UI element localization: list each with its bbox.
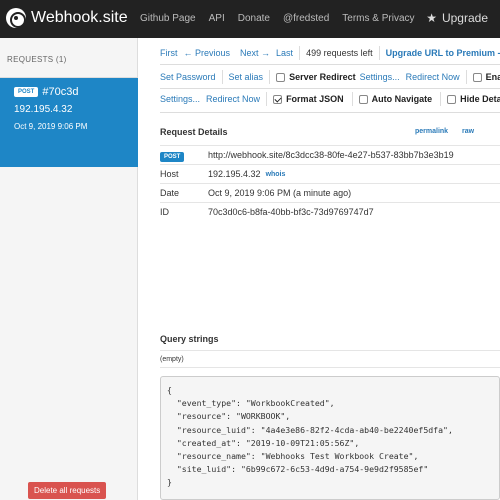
upgrade-label: Upgrade bbox=[441, 11, 488, 25]
redirect-now-link-2[interactable]: Redirect Now bbox=[206, 94, 260, 104]
brand-name: Webhook.site bbox=[31, 9, 128, 26]
body-line: "resource_name": "Webhooks Test Workbook… bbox=[167, 451, 419, 462]
request-ip: 192.195.4.32 bbox=[14, 104, 73, 115]
divider bbox=[465, 70, 467, 84]
query-strings-table: (empty) bbox=[160, 350, 500, 368]
first-page-link[interactable]: First bbox=[160, 48, 178, 58]
host-value: 192.195.4.32 bbox=[208, 169, 261, 179]
detail-row-url: POST http://webhook.site/8c3dcc38-80fe-4… bbox=[160, 145, 500, 164]
divider bbox=[299, 46, 301, 60]
detail-method-badge: POST bbox=[160, 152, 185, 162]
set-alias-link[interactable]: Set alias bbox=[229, 72, 264, 82]
query-strings-empty: (empty) bbox=[160, 355, 184, 363]
enable-checkbox[interactable] bbox=[472, 72, 482, 82]
star-icon: ★ bbox=[426, 11, 437, 25]
request-id: #70c3d bbox=[42, 86, 79, 98]
request-details-table: POST http://webhook.site/8c3dcc38-80fe-4… bbox=[160, 145, 500, 221]
divider bbox=[160, 112, 500, 113]
delete-all-requests-button[interactable]: Delete all requests bbox=[28, 482, 107, 499]
previous-page-link[interactable]: ← Previous bbox=[184, 48, 231, 58]
nav-links: Github Page API Donate @fredsted Terms &… bbox=[140, 13, 415, 24]
body-line: "created_at": "2019-10-09T21:05:56Z", bbox=[167, 437, 360, 448]
hide-details-label: Hide Details bbox=[460, 94, 500, 104]
host-label: Host bbox=[160, 169, 179, 179]
request-list-item[interactable]: POST #70c3d 192.195.4.32 Oct 9, 2019 9:0… bbox=[0, 78, 138, 167]
detail-row-id: ID 70c3d0c6-b8fa-40bb-bf3c-73d9769747d7 bbox=[160, 202, 500, 221]
format-json-checkbox[interactable] bbox=[273, 94, 283, 104]
pagination-row: First ← Previous Next → Last 499 request… bbox=[160, 46, 500, 60]
detail-row-host: Host 192.195.4.32 whois bbox=[160, 164, 500, 183]
settings-row: Set Password Set alias Server Redirect S… bbox=[160, 70, 500, 84]
options-row: Settings... Redirect Now Format JSON Aut… bbox=[160, 92, 500, 106]
nav-link-twitter[interactable]: @fredsted bbox=[283, 13, 329, 24]
auto-navigate-checkbox[interactable] bbox=[358, 94, 368, 104]
auto-navigate-label: Auto Navigate bbox=[371, 94, 433, 104]
upgrade-button[interactable]: ★ Upgrade bbox=[426, 11, 488, 25]
body-line: } bbox=[167, 477, 172, 488]
divider bbox=[221, 70, 223, 84]
id-label: ID bbox=[160, 207, 169, 217]
nav-link-github[interactable]: Github Page bbox=[140, 13, 196, 24]
body-line: "event_type": "WorkbookCreated", bbox=[167, 398, 335, 409]
upgrade-url-link[interactable]: Upgrade URL to Premium - I bbox=[386, 48, 500, 58]
nav-link-api[interactable]: API bbox=[209, 13, 225, 24]
requests-heading: REQUESTS (1) bbox=[0, 38, 137, 78]
divider bbox=[266, 92, 268, 106]
server-redirect-checkbox[interactable] bbox=[276, 72, 286, 82]
body-line: "resource_luid": "4a4e3e86-82f2-4cda-ab4… bbox=[167, 424, 453, 435]
divider bbox=[378, 46, 380, 60]
next-page-link[interactable]: Next → bbox=[240, 48, 270, 58]
method-badge: POST bbox=[14, 87, 39, 97]
detail-row-date: Date Oct 9, 2019 9:06 PM (a minute ago) bbox=[160, 183, 500, 202]
top-navbar: Webhook.site Github Page API Donate @fre… bbox=[0, 0, 500, 38]
webhook-logo-icon bbox=[6, 8, 26, 28]
id-value: 70c3d0c6-b8fa-40bb-bf3c-73d9769747d7 bbox=[208, 207, 374, 217]
request-url-link[interactable]: http://webhook.site/8c3dcc38-80fe-4e27-b… bbox=[208, 150, 454, 160]
enable-label: Ena bbox=[485, 72, 500, 82]
server-redirect-label: Server Redirect bbox=[289, 72, 356, 82]
brand[interactable]: Webhook.site bbox=[6, 8, 128, 28]
main-content: First ← Previous Next → Last 499 request… bbox=[140, 38, 500, 500]
divider bbox=[269, 70, 271, 84]
set-password-link[interactable]: Set Password bbox=[160, 72, 216, 82]
divider bbox=[160, 64, 500, 65]
date-value: Oct 9, 2019 9:06 PM (a minute ago) bbox=[208, 188, 352, 198]
body-line: { bbox=[167, 385, 172, 395]
request-details-title: Request Details bbox=[160, 127, 228, 137]
last-page-link[interactable]: Last bbox=[276, 48, 293, 58]
server-redirect-settings-link[interactable]: Settings... bbox=[360, 72, 400, 82]
requests-left: 499 requests left bbox=[306, 48, 373, 58]
date-label: Date bbox=[160, 188, 180, 198]
raw-link[interactable]: raw bbox=[462, 128, 474, 135]
whois-link[interactable]: whois bbox=[266, 171, 286, 178]
nav-link-donate[interactable]: Donate bbox=[238, 13, 270, 24]
body-line: "resource": "WORKBOOK", bbox=[167, 411, 291, 422]
sidebar: REQUESTS (1) POST #70c3d 192.195.4.32 Oc… bbox=[0, 38, 138, 500]
redirect-now-link[interactable]: Redirect Now bbox=[406, 72, 460, 82]
query-strings-title: Query strings bbox=[160, 334, 219, 344]
divider bbox=[440, 92, 442, 106]
divider bbox=[160, 88, 500, 89]
format-json-label: Format JSON bbox=[286, 94, 344, 104]
body-line: "site_luid": "6b99c672-6c53-4d9d-a754-9e… bbox=[167, 464, 429, 475]
permalink-link[interactable]: permalink bbox=[415, 128, 448, 135]
settings-link[interactable]: Settings... bbox=[160, 94, 200, 104]
divider bbox=[351, 92, 353, 106]
request-date: Oct 9, 2019 9:06 PM bbox=[14, 122, 88, 131]
request-body-code: { "event_type": "WorkbookCreated", "reso… bbox=[160, 376, 500, 500]
nav-link-terms[interactable]: Terms & Privacy bbox=[342, 13, 414, 24]
hide-details-checkbox[interactable] bbox=[447, 94, 457, 104]
